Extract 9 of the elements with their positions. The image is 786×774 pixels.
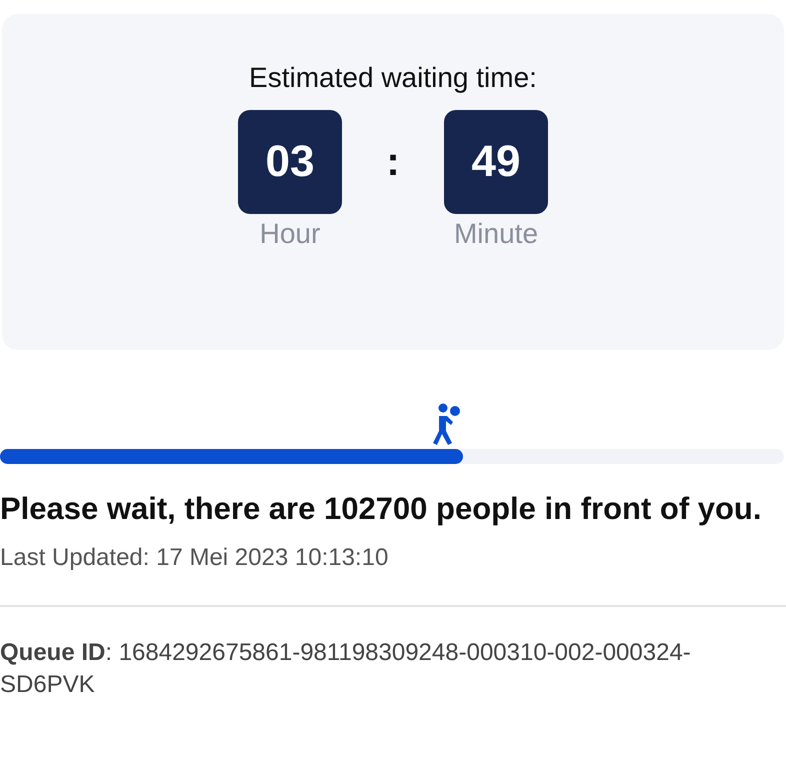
queue-message: Please wait, there are 102700 people in front of you. <box>0 490 762 528</box>
time-unit-label: Minute <box>454 217 538 251</box>
time-value: 03 <box>238 110 342 214</box>
queue-id: Queue ID: 1684292675861-981198309248-000310-002-000324-SD6PVK <box>0 638 692 700</box>
time-separator: : <box>385 139 401 186</box>
time-value: 49 <box>444 110 548 214</box>
waiting-title: Estimated waiting time: <box>249 61 537 95</box>
last-updated: Last Updated: 17 Mei 2023 10:13:10 <box>0 543 390 573</box>
time-unit-label: Hour <box>260 217 320 251</box>
